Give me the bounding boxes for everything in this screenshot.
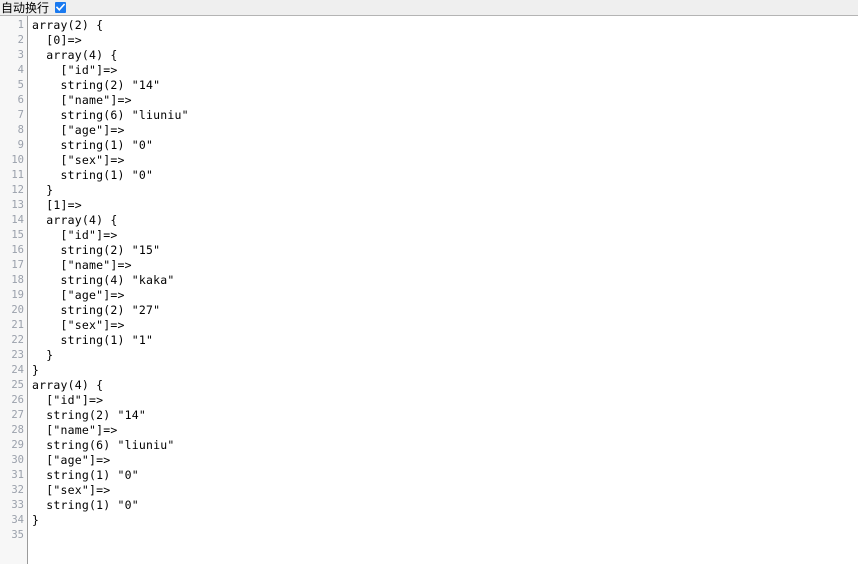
code-line: string(2) "27"	[32, 303, 161, 317]
line-number: 7	[17, 109, 24, 121]
code-line: ["id"]=>	[32, 228, 118, 242]
code-line: }	[32, 363, 40, 377]
line-number: 14	[11, 214, 24, 226]
line-number: 22	[11, 334, 24, 346]
code-line: ["age"]=>	[32, 123, 125, 137]
line-number: 11	[11, 169, 24, 181]
code-line: ["name"]=>	[32, 423, 118, 437]
code-line: ["name"]=>	[32, 258, 132, 272]
code-line: ["sex"]=>	[32, 318, 125, 332]
code-line: array(2) {	[32, 18, 104, 32]
line-number-gutter: 1 2 3 4 5 6 7 8 9 10 11 12 13 14 15 16 17 18 19 20 21 22 23 24 2…	[0, 16, 28, 564]
code-line: string(6) "liuniu"	[32, 438, 175, 452]
line-number: 27	[11, 409, 24, 421]
line-number: 34	[11, 514, 24, 526]
code-line: ["age"]=>	[32, 453, 111, 467]
line-number: 13	[11, 199, 24, 211]
code-line: string(4) "kaka"	[32, 273, 175, 287]
code-line: string(2) "14"	[32, 408, 146, 422]
line-number: 18	[11, 274, 24, 286]
code-line: string(1) "0"	[32, 468, 139, 482]
line-number: 8	[17, 124, 24, 136]
line-number: 32	[11, 484, 24, 496]
code-line: ["name"]=>	[32, 93, 132, 107]
line-number: 21	[11, 319, 24, 331]
line-number: 6	[17, 94, 24, 106]
line-number: 20	[11, 304, 24, 316]
code-line: ["id"]=>	[32, 63, 118, 77]
code-line: string(2) "15"	[32, 243, 161, 257]
code-line: string(1) "0"	[32, 138, 154, 152]
code-line: }	[32, 348, 54, 362]
line-number: 25	[11, 379, 24, 391]
line-number: 1	[17, 19, 24, 31]
code-line: string(2) "14"	[32, 78, 161, 92]
line-number: 33	[11, 499, 24, 511]
line-number: 2	[17, 34, 24, 46]
line-number: 31	[11, 469, 24, 481]
code-line: string(1) "0"	[32, 498, 139, 512]
auto-wrap-label: 自动换行	[1, 0, 50, 15]
code-line: array(4) {	[32, 378, 104, 392]
code-line: string(1) "0"	[32, 168, 154, 182]
code-line: ["age"]=>	[32, 288, 125, 302]
code-line: ["id"]=>	[32, 393, 104, 407]
line-number: 28	[11, 424, 24, 436]
code-line: ["sex"]=>	[32, 483, 111, 497]
line-number: 35	[11, 529, 24, 541]
line-number: 17	[11, 259, 24, 271]
code-line: ["sex"]=>	[32, 153, 125, 167]
line-number: 19	[11, 289, 24, 301]
line-number: 16	[11, 244, 24, 256]
toolbar: 自动换行	[0, 0, 858, 16]
line-number: 4	[17, 64, 24, 76]
code-line: string(6) "liuniu"	[32, 108, 189, 122]
code-content[interactable]: array(2) { [0]=> array(4) { ["id"]=> str…	[28, 16, 858, 564]
code-line: [0]=>	[32, 33, 82, 47]
line-number: 24	[11, 364, 24, 376]
line-number: 10	[11, 154, 24, 166]
code-line: }	[32, 183, 54, 197]
code-line: array(4) {	[32, 213, 118, 227]
line-number: 5	[17, 79, 24, 91]
line-number: 26	[11, 394, 24, 406]
code-line: [1]=>	[32, 198, 82, 212]
auto-wrap-checkbox[interactable]	[55, 2, 67, 13]
code-editor[interactable]: 1 2 3 4 5 6 7 8 9 10 11 12 13 14 15 16 17 18 19 20 21 22 23 24 2…	[0, 16, 858, 564]
code-line: array(4) {	[32, 48, 118, 62]
line-number: 30	[11, 454, 24, 466]
code-line: }	[32, 513, 40, 527]
line-number: 23	[11, 349, 24, 361]
line-number: 15	[11, 229, 24, 241]
line-number: 29	[11, 439, 24, 451]
line-number: 12	[11, 184, 24, 196]
line-number: 3	[17, 49, 24, 61]
code-line: string(1) "1"	[32, 333, 154, 347]
line-number: 9	[17, 139, 24, 151]
checkmark-icon	[56, 3, 66, 11]
